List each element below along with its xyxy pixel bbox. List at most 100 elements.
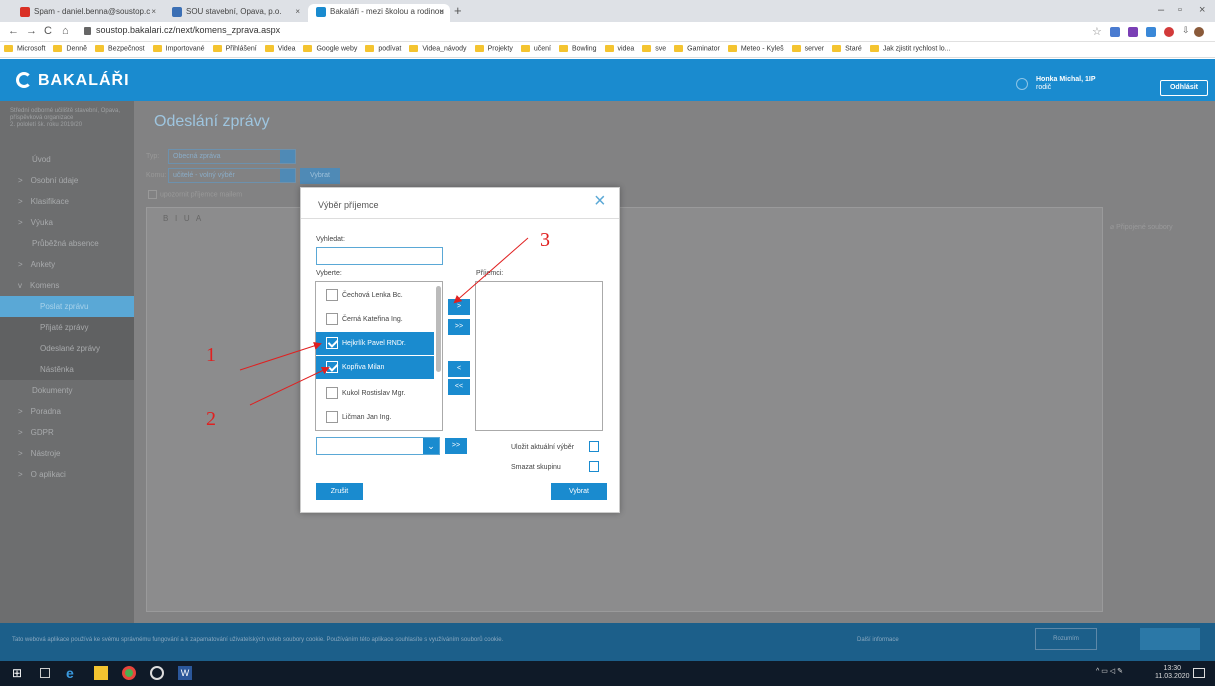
notify-checkbox[interactable]: upozornit příjemce mailem [148,190,242,199]
new-tab-button[interactable]: + [454,3,462,18]
close-icon[interactable]: × [594,190,606,213]
app-icon[interactable] [150,666,164,680]
sidebar-item-klasifikace[interactable]: Klasifikace [0,191,134,212]
bookmark-item[interactable]: Videa [264,45,295,52]
edge-icon[interactable]: e [66,666,80,680]
delete-group-label[interactable]: Smazat skupinu [511,464,561,471]
download-icon[interactable]: ⇩ [1182,25,1190,36]
save-selection-label[interactable]: Uložit aktuální výběr [511,444,574,451]
sidebar-item-odeslane-zpravy[interactable]: Odeslané zprávy [0,338,134,359]
list-item[interactable]: Ličman Jan Ing. [316,406,434,429]
task-view-icon[interactable] [40,668,50,678]
file-explorer-icon[interactable] [94,666,108,680]
bookmark-item[interactable]: sve [642,45,666,52]
window-close-icon[interactable]: × [1199,4,1205,16]
list-item[interactable]: Černá Kateřina Ing. [316,308,434,331]
to-select[interactable]: učitelé - volný výběr [168,168,296,183]
sidebar-item-nastroje[interactable]: Nástroje [0,443,134,464]
extension-icon[interactable] [1128,27,1138,37]
sidebar-item-ankety[interactable]: Ankety [0,254,134,275]
sidebar-item-gdpr[interactable]: GDPR [0,422,134,443]
chrome-icon[interactable] [122,666,136,680]
search-input[interactable] [316,247,443,265]
star-icon[interactable]: ☆ [1092,25,1102,38]
extension-icon[interactable] [1146,27,1156,37]
save-icon[interactable] [589,441,599,452]
maximize-icon[interactable]: ▫ [1178,4,1182,16]
recipients-list[interactable] [475,281,603,431]
move-left-button[interactable]: < [448,361,470,377]
sidebar-item-o-aplikaci[interactable]: O aplikaci [0,464,134,485]
reload-icon[interactable]: C [44,25,52,37]
close-icon[interactable]: × [295,7,300,16]
bookmark-item[interactable]: Přihlášení [212,45,257,52]
tab-bakalari[interactable]: Bakaláři - mezi školou a rodinou × [308,4,450,22]
checkbox[interactable] [326,337,338,349]
checkbox[interactable] [326,313,338,325]
tray-icons[interactable]: ^ ▭ ◁ ✎ [1096,667,1123,675]
close-icon[interactable]: × [151,7,156,16]
group-select[interactable]: ⌄ [316,437,440,455]
attachments-link[interactable]: ⌀ Připojené soubory [1110,223,1173,231]
sidebar-item-poradna[interactable]: Poradna [0,401,134,422]
message-editor[interactable]: B I U A [146,207,1103,612]
sidebar-item-vyuka[interactable]: Výuka [0,212,134,233]
add-group-button[interactable]: >> [445,438,467,454]
logout-button[interactable]: Odhlásit [1160,80,1208,96]
checkbox[interactable] [326,289,338,301]
bookmark-item[interactable]: Gaminator [674,45,720,52]
bookmark-item[interactable]: Meteo - Kyleš [727,45,784,52]
bookmark-item[interactable]: Microsoft [4,45,45,52]
cookie-more-link[interactable]: Další informace [857,637,899,643]
forward-icon[interactable]: → [26,25,37,37]
people-list[interactable]: Čechová Lenka Bc. Černá Kateřina Ing. He… [315,281,443,431]
bookmark-item[interactable]: Jak zjistit rychlost lo... [869,45,951,52]
bookmark-item[interactable]: Bowling [558,45,597,52]
bookmark-item[interactable]: podívat [365,45,401,52]
sidebar-item-absence[interactable]: Průběžná absence [0,233,134,254]
word-icon[interactable]: W [178,666,192,680]
cancel-button[interactable]: Zrušit [316,483,363,500]
bookmark-item[interactable]: Staré [832,45,862,52]
bookmark-item[interactable]: Bezpečnost [95,45,145,52]
bookmark-item[interactable]: server [791,45,824,52]
type-select[interactable]: Obecná zpráva [168,149,296,164]
checkbox[interactable] [326,361,338,373]
notifications-icon[interactable] [1193,668,1205,678]
extension-icon[interactable] [1110,27,1120,37]
back-icon[interactable]: ← [8,25,19,37]
list-item[interactable]: Kukol Rostislav Mgr. [316,382,434,405]
sidebar-item-poslat-zpravu[interactable]: Poslat zprávu [0,296,134,317]
bookmark-item[interactable]: učení [520,45,551,52]
sidebar-item-prijate-zpravy[interactable]: Přijaté zprávy [0,317,134,338]
list-item[interactable]: Kopřiva Milan [316,356,434,379]
checkbox[interactable] [326,411,338,423]
move-all-right-button[interactable]: >> [448,319,470,335]
bookmark-item[interactable]: Videa_návody [409,45,467,52]
cookie-bar-button[interactable] [1140,628,1200,650]
close-icon[interactable]: × [439,7,444,16]
trash-icon[interactable] [589,461,599,472]
profile-icon[interactable] [1194,27,1204,37]
list-item[interactable]: Hejkrlík Pavel RNDr. [316,332,434,355]
list-scrollbar[interactable] [436,286,441,372]
sidebar-item-komens[interactable]: Komens [0,275,134,296]
minimize-icon[interactable]: – [1158,4,1164,16]
bookmark-item[interactable]: Importované [152,45,205,52]
choose-button[interactable]: Vybrat [300,168,340,184]
bookmark-item[interactable]: Google weby [303,45,357,52]
url-field[interactable]: soustop.bakalari.cz/next/komens_zprava.a… [84,25,280,35]
tab-school[interactable]: SOU stavební, Opava, p.o. × [164,4,306,22]
windows-start-icon[interactable]: ⊞ [12,666,26,680]
move-right-button[interactable]: > [448,299,470,315]
bookmark-item[interactable]: videa [604,45,634,52]
cookie-accept-button[interactable]: Rozumím [1035,628,1097,650]
bookmark-item[interactable]: Projekty [474,45,513,52]
bookmark-item[interactable]: Denně [53,45,87,52]
sidebar-item-osobni-udaje[interactable]: Osobní údaje [0,170,134,191]
clock[interactable]: 13:30 11.03.2020 [1155,665,1190,681]
checkbox[interactable] [326,387,338,399]
extension-icon[interactable] [1164,27,1174,37]
sidebar-item-uvod[interactable]: Úvod [0,149,134,170]
tab-gmail[interactable]: Spam - daniel.benna@soustop.c × [12,4,162,22]
